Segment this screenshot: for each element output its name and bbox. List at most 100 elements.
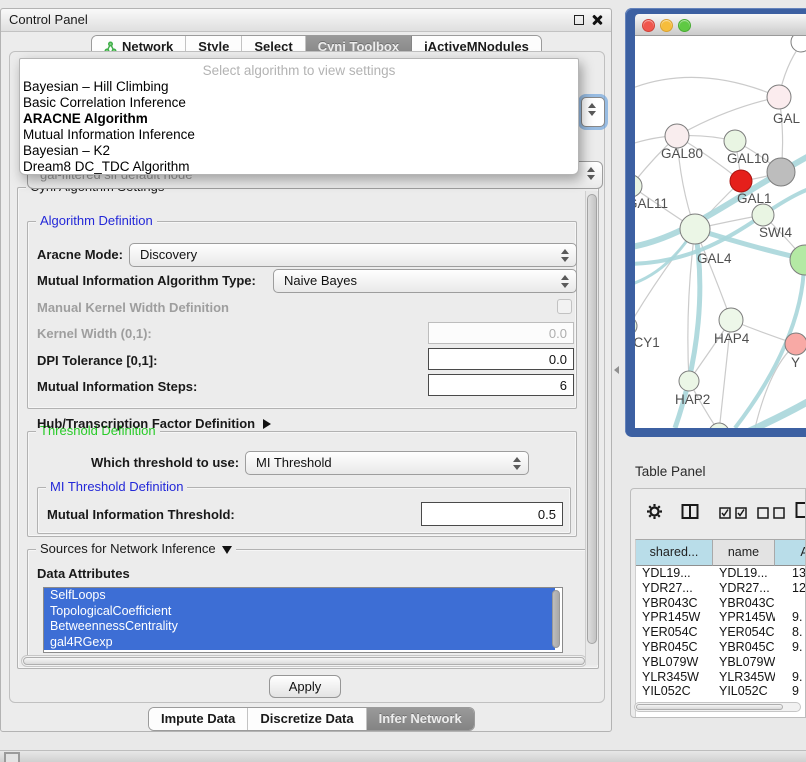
algorithm-option-dream8-dc-tdc-algorithm[interactable]: Dream8 DC_TDC Algorithm <box>20 159 578 175</box>
minimize-traffic-light-icon[interactable] <box>660 19 673 32</box>
tab-label: Infer Network <box>379 708 462 730</box>
algorithm-option-bayesian-hill-climbing[interactable]: Bayesian – Hill Climbing <box>20 79 578 95</box>
algorithm-option-aracne-algorithm[interactable]: ARACNE Algorithm <box>20 111 578 127</box>
mi-algorithm-type-combo[interactable]: Naive Bayes <box>273 269 577 293</box>
scrollbar-thumb[interactable] <box>636 704 783 710</box>
close-traffic-light-icon[interactable] <box>642 19 655 32</box>
tab-impute-data[interactable]: Impute Data <box>149 708 248 730</box>
sources-toggle[interactable]: Sources for Network Inference <box>36 541 236 556</box>
column-header-a[interactable]: A <box>775 540 805 566</box>
close-icon[interactable] <box>591 14 602 25</box>
scrollbar-thumb[interactable] <box>587 194 597 644</box>
network-node-swi4[interactable] <box>752 204 774 226</box>
stepper-icon <box>587 166 595 181</box>
table-row[interactable]: YBL079WYBL079W <box>636 655 805 670</box>
collapsed-arrow-icon <box>263 419 271 429</box>
table-row[interactable]: YDR27...YDR27...12 <box>636 581 805 596</box>
manual-kernel-width-checkbox[interactable] <box>557 299 572 314</box>
collapsed-panel-icon[interactable] <box>4 752 20 762</box>
table-cell: YLR345W <box>713 670 775 685</box>
table-cell: 9. <box>775 640 805 655</box>
expanded-arrow-icon <box>222 546 232 554</box>
table-cell: 9 <box>775 684 805 699</box>
stepper-icon <box>561 248 569 263</box>
control-panel-title: Control Panel <box>9 12 88 27</box>
network-node-gal4[interactable] <box>680 214 710 244</box>
checked-boxes-icon[interactable] <box>719 507 747 519</box>
network-canvas[interactable]: GALGAL80GAL10GAL1GAL11SWI4GAL4GCY1HAP4YH… <box>635 36 806 428</box>
table-cell: 12 <box>775 581 805 596</box>
table-cell: YLR345W <box>636 670 713 685</box>
table-cell: YDR27... <box>713 581 775 596</box>
data-attributes-list[interactable]: SelfLoopsTopologicalCoefficientBetweenne… <box>43 587 563 653</box>
attribute-item-selfloops[interactable]: SelfLoops <box>44 588 555 604</box>
table-row[interactable]: YPR145WYPR145W9. <box>636 610 805 625</box>
table-row[interactable]: YIL052CYIL052C9 <box>636 684 805 699</box>
column-header-name[interactable]: name <box>713 540 775 566</box>
network-node-hap2[interactable] <box>679 371 699 391</box>
table-row[interactable]: YDL19...YDL19...13 <box>636 566 805 581</box>
attribute-item-gal4rgexp[interactable]: gal4RGexp <box>44 635 555 651</box>
table-row[interactable]: YER054CYER054C8. <box>636 625 805 640</box>
network-node-gal1[interactable] <box>730 170 752 192</box>
aracne-mode-combo[interactable]: Discovery <box>129 243 577 267</box>
scrollbar-thumb[interactable] <box>23 657 585 665</box>
network-node-gal10[interactable] <box>724 130 746 152</box>
focused-combo-fragment[interactable] <box>581 97 605 127</box>
table-cell: YDL19... <box>636 566 713 581</box>
gear-icon[interactable] <box>646 503 663 520</box>
network-node[interactable] <box>791 36 806 52</box>
bottom-tab-bar: Impute DataDiscretize Data Infer Network <box>148 707 475 731</box>
node-label-gal: GAL <box>773 111 801 126</box>
attribute-item-topologicalcoefficient[interactable]: TopologicalCoefficient <box>44 604 555 620</box>
table-row[interactable]: YLR345WYLR345W9. <box>636 670 805 685</box>
mi-algorithm-type-label: Mutual Information Algorithm Type: <box>37 273 256 288</box>
float-window-icon[interactable] <box>574 15 584 25</box>
hub-definition-toggle[interactable]: Hub/Transcription Factor Definition <box>37 416 271 431</box>
algorithm-option-basic-correlation-inference[interactable]: Basic Correlation Inference <box>20 95 578 111</box>
network-node-y[interactable] <box>785 333 806 355</box>
list-scrollbar[interactable] <box>552 590 560 648</box>
manual-kernel-width-label: Manual Kernel Width Definition <box>37 300 229 315</box>
unchecked-boxes-icon[interactable] <box>757 507 785 519</box>
settings-horizontal-scrollbar[interactable] <box>21 655 587 667</box>
table-horizontal-scrollbar[interactable] <box>634 702 801 712</box>
table-cell: YDL19... <box>713 566 775 581</box>
network-node-gal11[interactable] <box>635 175 642 197</box>
mi-threshold-field[interactable] <box>421 502 563 526</box>
algorithm-option-bayesian-k2[interactable]: Bayesian – K2 <box>20 143 578 159</box>
stepper-icon <box>513 456 521 471</box>
tab-discretize-data[interactable]: Discretize Data <box>248 708 366 730</box>
column-header-shared[interactable]: shared... <box>636 540 713 566</box>
mi-threshold-label: Mutual Information Threshold: <box>47 507 235 522</box>
table-row[interactable]: YBR045CYBR045C9. <box>636 640 805 655</box>
network-node[interactable] <box>790 245 806 275</box>
network-node-gcy1[interactable] <box>635 317 637 335</box>
split-columns-icon[interactable] <box>681 503 699 520</box>
settings-vertical-scrollbar[interactable] <box>585 191 598 665</box>
dpi-tolerance-field[interactable] <box>428 348 574 370</box>
split-pane-collapse-icon[interactable] <box>614 366 619 374</box>
which-threshold-label: Which threshold to use: <box>91 455 239 470</box>
panel-icon[interactable] <box>795 501 806 519</box>
aracne-mode-value: Discovery <box>140 247 197 262</box>
network-node-gal80[interactable] <box>665 124 689 148</box>
network-node-hap4[interactable] <box>719 308 743 332</box>
zoom-traffic-light-icon[interactable] <box>678 19 691 32</box>
control-panel-titlebar[interactable]: Control Panel <box>1 9 611 32</box>
network-node[interactable] <box>709 423 729 428</box>
which-threshold-combo[interactable]: MI Threshold <box>245 451 529 475</box>
mi-steps-field[interactable] <box>428 374 574 396</box>
apply-button[interactable]: Apply <box>269 675 341 698</box>
network-node-gal[interactable] <box>767 85 791 109</box>
tab-infer-network[interactable]: Infer Network <box>367 708 474 730</box>
algorithm-option-mutual-information-inference[interactable]: Mutual Information Inference <box>20 127 578 143</box>
network-edge <box>635 77 779 97</box>
kernel-width-field[interactable] <box>428 322 574 344</box>
kernel-width-label: Kernel Width (0,1): <box>37 326 152 341</box>
network-window-titlebar[interactable] <box>635 14 806 36</box>
table-row[interactable]: YBR043CYBR043C <box>636 596 805 611</box>
attribute-item-betweennesscentrality[interactable]: BetweennessCentrality <box>44 619 555 635</box>
screen: Control Panel NetworkStyleSelectCyni Too… <box>0 0 806 762</box>
network-node[interactable] <box>767 158 795 186</box>
